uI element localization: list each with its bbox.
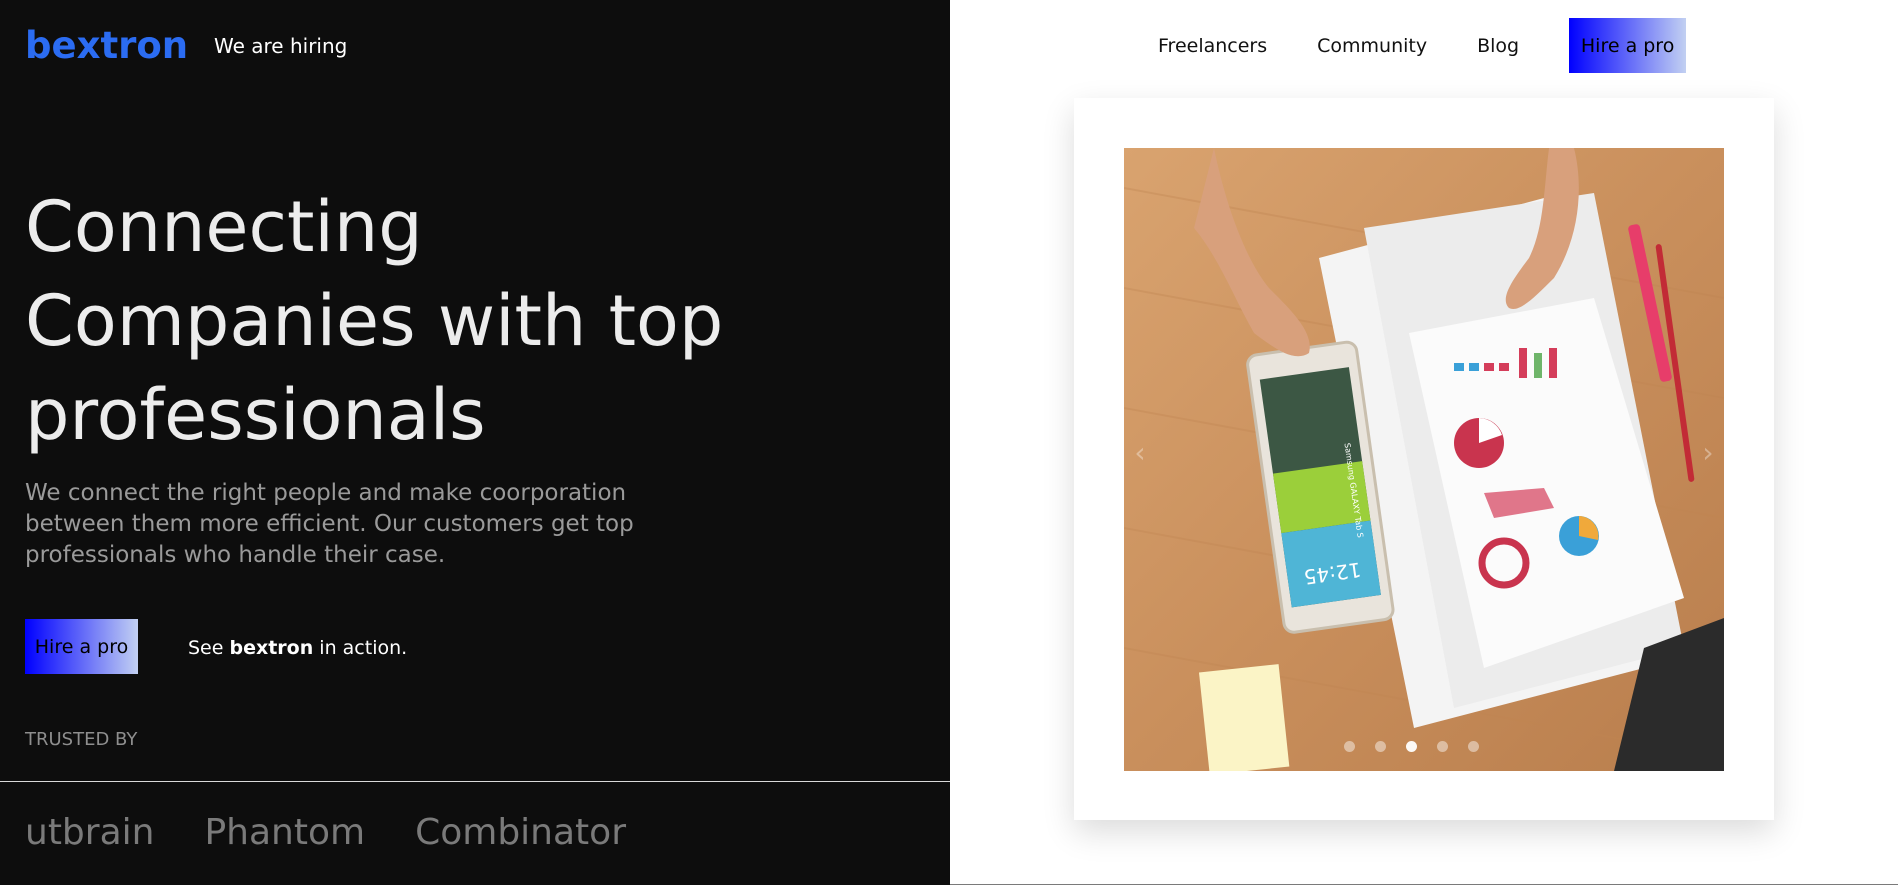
see-in-action-link[interactable]: See bextron in action. bbox=[188, 637, 407, 659]
see-suffix: in action. bbox=[313, 637, 408, 659]
logo-phantom: Phantom bbox=[204, 812, 366, 853]
trusted-logos: utbrain Phantom Combinator bbox=[25, 812, 626, 853]
divider bbox=[0, 781, 950, 782]
see-prefix: See bbox=[188, 637, 230, 659]
nav-community[interactable]: Community bbox=[1317, 35, 1427, 57]
carousel-dot-4[interactable] bbox=[1437, 741, 1448, 752]
carousel-image[interactable]: 12:45 Samsung GALAXY Tab S ‹ › bbox=[1124, 148, 1724, 771]
carousel-prev-icon[interactable]: ‹ bbox=[1130, 438, 1150, 468]
carousel-dot-1[interactable] bbox=[1344, 741, 1355, 752]
carousel-dot-2[interactable] bbox=[1375, 741, 1386, 752]
nav-blog[interactable]: Blog bbox=[1477, 35, 1519, 57]
desk-photo: 12:45 Samsung GALAXY Tab S bbox=[1124, 148, 1724, 771]
see-brand: bextron bbox=[229, 637, 314, 659]
carousel-dot-5[interactable] bbox=[1468, 741, 1479, 752]
nav-hire-a-pro-button[interactable]: Hire a pro bbox=[1569, 18, 1687, 73]
carousel-dot-3[interactable] bbox=[1406, 741, 1417, 752]
carousel-indicators bbox=[1344, 741, 1479, 752]
logo-combinator: Combinator bbox=[415, 812, 626, 853]
carousel-card: 12:45 Samsung GALAXY Tab S ‹ › bbox=[1074, 98, 1774, 820]
hire-a-pro-button[interactable]: Hire a pro bbox=[25, 619, 138, 674]
carousel-next-icon[interactable]: › bbox=[1698, 438, 1718, 468]
hero-subtext: We connect the right people and make coo… bbox=[25, 480, 634, 568]
nav-freelancers[interactable]: Freelancers bbox=[1158, 35, 1267, 57]
trusted-by-label: TRUSTED BY bbox=[25, 729, 138, 750]
brand-logo[interactable]: bextron bbox=[25, 24, 188, 67]
we-are-hiring-link[interactable]: We are hiring bbox=[214, 34, 347, 58]
hero-section: bextron We are hiring Connecting Compani… bbox=[0, 0, 950, 885]
hero-headline: Connecting Companies with top profession… bbox=[25, 186, 724, 456]
logo-outbrain: utbrain bbox=[25, 812, 155, 853]
top-nav: Freelancers Community Blog Hire a pro bbox=[1158, 18, 1687, 73]
